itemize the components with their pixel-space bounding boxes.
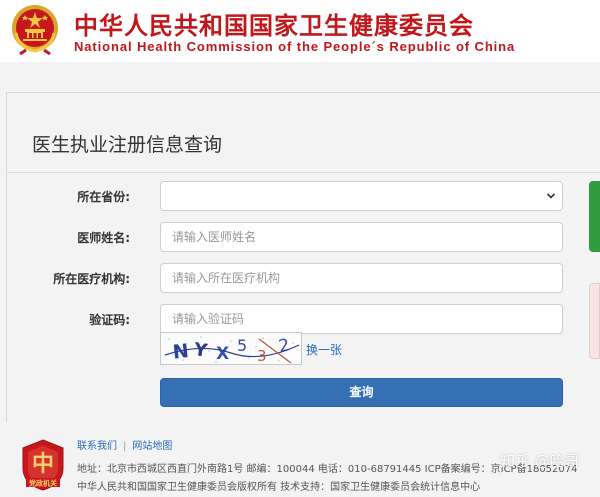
svg-text:中: 中 (32, 451, 54, 477)
submit-button[interactable]: 查询 (160, 378, 563, 407)
doctor-name-label: 医师姓名: (77, 231, 130, 245)
svg-text:党政机关: 党政机关 (29, 479, 57, 488)
captcha-input[interactable] (160, 304, 563, 334)
footer-links: 联系我们 | 网站地图 (77, 437, 172, 452)
province-select[interactable] (160, 181, 563, 211)
national-emblem-icon (12, 5, 58, 55)
footer-link-divider: | (123, 441, 127, 452)
site-title-en: National Health Commission of the People… (74, 39, 516, 54)
svg-text:X: X (216, 344, 229, 364)
banner: 中华人民共和国国家卫生健康委员会 National Health Commiss… (6, 2, 579, 56)
svg-text:Y: Y (192, 339, 210, 362)
captcha-image[interactable]: N Y X 5 3 2 (160, 332, 302, 365)
side-panel-green (589, 181, 600, 252)
side-panel-pink (589, 283, 600, 359)
svg-text:5: 5 (237, 336, 247, 355)
content-left-border (6, 92, 7, 422)
captcha-refresh-link[interactable]: 换一张 (306, 341, 342, 358)
page: 中华人民共和国国家卫生健康委员会 National Health Commiss… (0, 0, 600, 497)
content-top-border (6, 92, 600, 93)
captcha-graphic: N Y X 5 3 2 (164, 335, 300, 364)
institution-input[interactable] (160, 263, 563, 293)
chevron-down-icon (546, 193, 556, 199)
footer-link-contact[interactable]: 联系我们 (77, 441, 117, 452)
page-title: 医生执业注册信息查询 (32, 134, 223, 156)
province-label: 所在省份: (77, 190, 130, 204)
party-govt-agency-icon[interactable]: 中 党政机关 (20, 438, 66, 492)
institution-label: 所在医疗机构: (53, 272, 130, 286)
title-divider (6, 172, 600, 173)
site-header: 中华人民共和国国家卫生健康委员会 National Health Commiss… (0, 0, 600, 62)
doctor-name-input[interactable] (160, 222, 563, 252)
site-title-cn: 中华人民共和国国家卫生健康委员会 (74, 11, 474, 40)
captcha-label: 验证码: (89, 313, 130, 327)
watermark: 知乎 @哈哥 (500, 452, 580, 470)
footer-copyright: 中华人民共和国国家卫生健康委员会版权所有 技术支持：国家卫生健康委员会统计信息中… (77, 482, 481, 493)
footer-link-sitemap[interactable]: 网站地图 (132, 441, 172, 452)
